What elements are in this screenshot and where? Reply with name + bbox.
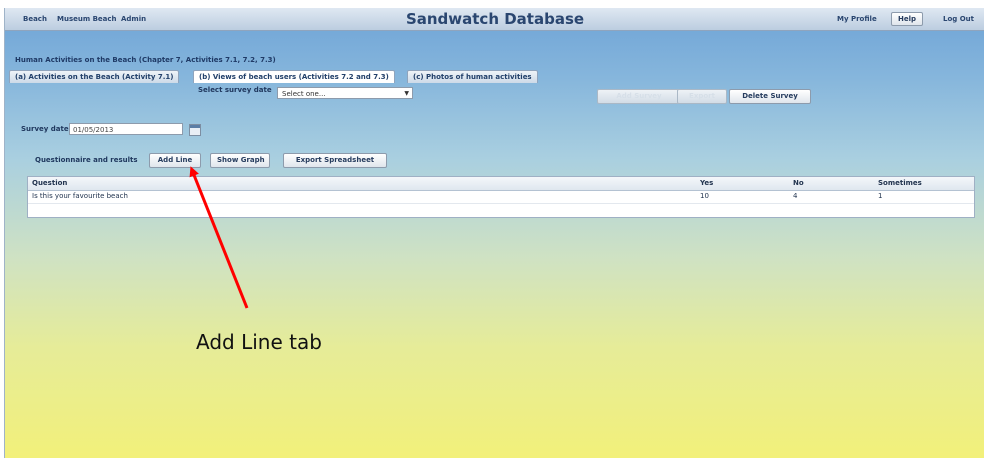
annotation-arrow xyxy=(189,166,249,309)
annotation-label: Add Line tab xyxy=(196,330,322,354)
red-arrow-icon xyxy=(189,166,249,309)
